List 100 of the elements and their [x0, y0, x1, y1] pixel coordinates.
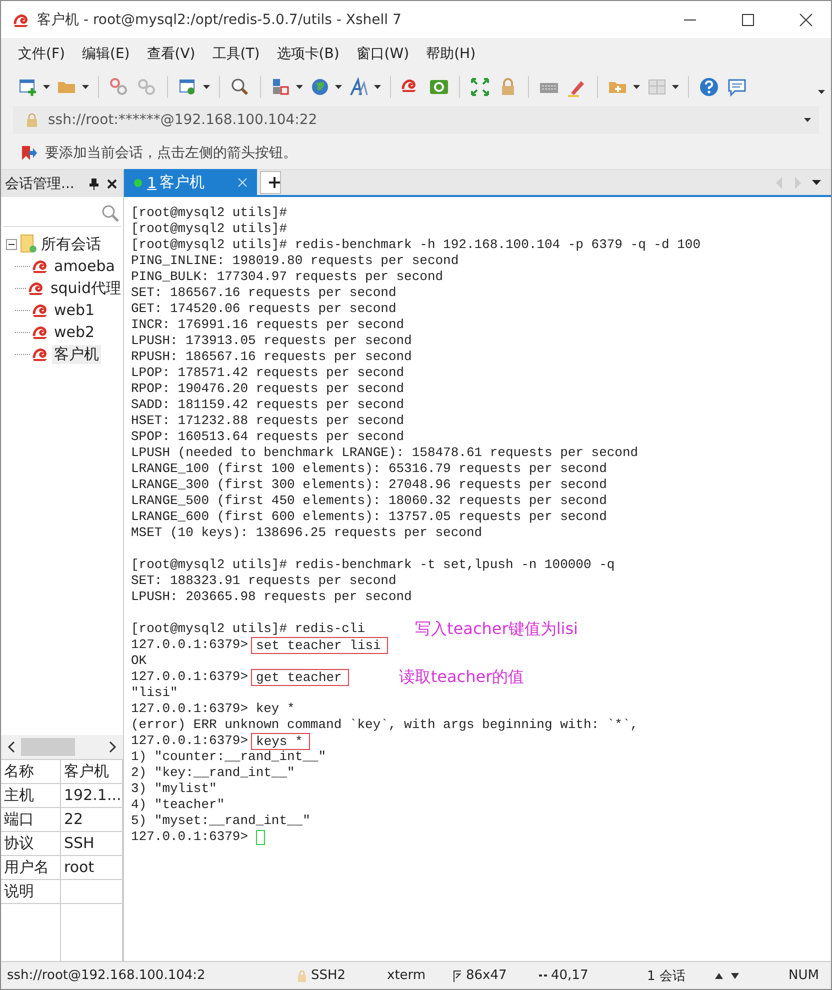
terminal-line: [root@mysql2 utils]# redis-benchmark -h 192.168.100.104 -p 6379 -q -d 100 [131, 237, 700, 253]
search-icon [101, 204, 119, 222]
annotation-text: 读取teacher的值 [398, 669, 524, 685]
search-icon[interactable] [230, 77, 250, 97]
terminal-line: SADD: 181159.42 requests per second [131, 397, 404, 413]
terminal-line: SET: 186567.16 requests per second [131, 285, 396, 301]
status-size: 86x47 [466, 968, 507, 983]
tab-number: 1 [147, 174, 157, 192]
property-label: 用户名 [1, 856, 61, 880]
status-num-lock: NUM [788, 968, 819, 983]
property-label: 协议 [1, 832, 61, 856]
chat-icon[interactable] [727, 77, 747, 97]
terminal-line: 1) "counter:__rand_int__" [131, 749, 326, 765]
lock-icon [297, 970, 307, 982]
snail-icon [32, 258, 50, 274]
pin-icon[interactable] [89, 178, 99, 190]
menu-item[interactable]: 选项卡(B) [274, 43, 342, 65]
bookmark-arrow-icon [21, 144, 37, 160]
status-address: ssh://root@192.168.100.104:2 [7, 968, 206, 983]
terminal-line: INCR: 176991.16 requests per second [131, 317, 404, 333]
collapse-icon[interactable] [6, 238, 17, 250]
maximize-icon[interactable] [741, 12, 755, 26]
terminal-line: RPUSH: 186567.16 requests per second [131, 349, 412, 365]
highlighted-command: get teacher [251, 668, 349, 686]
terminal-line: 127.0.0.1:6379> key * [131, 701, 295, 717]
caret-icon[interactable] [296, 85, 303, 89]
scroll-right-icon[interactable] [109, 741, 117, 753]
property-value: 22 [61, 808, 123, 832]
close-icon[interactable] [799, 12, 813, 26]
terminal-line: LPUSH (needed to benchmark LRANGE): 158478.61 requests per second [131, 445, 638, 461]
scrollbar-thumb[interactable] [21, 738, 75, 756]
property-label: 说明 [1, 880, 61, 904]
menu-item[interactable]: 工具(T) [209, 43, 263, 65]
terminal-line: SET: 188323.91 requests per second [131, 573, 396, 589]
terminal-line: (error) ERR unknown command `key`, with args beginning with: `*`, [131, 717, 638, 733]
property-label: 主机 [1, 784, 61, 808]
menu-item[interactable]: 帮助(H) [423, 43, 479, 65]
link-icon[interactable] [109, 77, 129, 97]
tree-item[interactable]: squid代理 [48, 278, 123, 298]
terminal-line: LPUSH: 203665.98 requests per second [131, 589, 412, 605]
app-icon[interactable] [429, 77, 449, 97]
snail-icon [32, 302, 50, 318]
menu-item[interactable]: 查看(V) [144, 43, 198, 65]
terminal-line: LRANGE_600 (first 600 elements): 13757.05 requests per second [131, 509, 607, 525]
globe-icon[interactable] [310, 77, 330, 97]
caret-icon[interactable] [374, 85, 381, 89]
close-icon[interactable] [107, 178, 117, 188]
layout-icon[interactable] [271, 77, 291, 97]
terminal-line: 2) "key:__rand_int__" [131, 765, 295, 781]
scroll-left-icon[interactable] [7, 741, 15, 753]
caret-icon[interactable] [672, 85, 679, 89]
status-protocol: SSH2 [311, 968, 346, 983]
tree-item[interactable]: web2 [52, 323, 97, 341]
menu-item[interactable]: 窗口(W) [353, 43, 412, 65]
terminal-line: LRANGE_100 (first 100 elements): 65316.79 requests per second [131, 461, 607, 477]
tab-label: 客户机 [160, 173, 205, 192]
fullscreen-icon[interactable] [470, 77, 490, 97]
terminal-line: 127.0.0.1:6379> [131, 733, 248, 749]
status-cursor-position: 40,17 [551, 968, 588, 983]
panel-title: 会话管理... [5, 174, 76, 192]
terminal-line: MSET (10 keys): 138696.25 requests per second [131, 525, 482, 541]
terminal-line: LRANGE_500 (first 450 elements): 18060.32 requests per second [131, 493, 607, 509]
terminal-line: LPOP: 178571.42 requests per second [131, 365, 404, 381]
property-value: root [61, 856, 123, 880]
snail-icon [32, 346, 50, 362]
caret-icon[interactable] [82, 85, 89, 89]
hint-text: 要添加当前会话，点击左侧的箭头按钮。 [45, 144, 297, 162]
caret-icon[interactable] [818, 90, 825, 94]
caret-icon[interactable] [203, 85, 210, 89]
terminal-line: PING_INLINE: 198019.80 requests per second [131, 253, 459, 269]
terminal-line: 127.0.0.1:6379> [131, 669, 248, 685]
menu-item[interactable]: 编辑(E) [78, 43, 133, 65]
caret-icon[interactable] [804, 118, 811, 122]
arrow-down-icon[interactable] [731, 972, 739, 978]
terminal-line: GET: 174520.06 requests per second [131, 301, 396, 317]
arrow-up-icon[interactable] [715, 972, 723, 978]
terminal-line: LRANGE_300 (first 300 elements): 27048.96 requests per second [131, 477, 607, 493]
caret-icon[interactable] [633, 85, 640, 89]
resize-icon [453, 970, 462, 982]
caret-icon[interactable] [335, 85, 342, 89]
terminal-line: SPOP: 160513.64 requests per second [131, 429, 404, 445]
new-session-icon[interactable] [18, 77, 38, 97]
tree-item[interactable]: 所有会话 [39, 234, 103, 254]
help-icon[interactable] [699, 77, 719, 97]
snail-icon [32, 324, 50, 340]
terminal-line: [root@mysql2 utils]# [131, 205, 288, 221]
tree-item[interactable]: 客户机 [52, 344, 101, 364]
menu-item[interactable]: 文件(F) [15, 43, 68, 65]
address-field[interactable]: ssh://root:******@192.168.100.104:22 [13, 106, 819, 134]
property-label: 名称 [1, 760, 61, 784]
caret-icon[interactable] [812, 180, 821, 185]
terminal-line: 127.0.0.1:6379> [131, 829, 248, 845]
tree-item[interactable]: web1 [52, 301, 97, 319]
highlighted-command: keys * [251, 732, 310, 750]
caret-icon[interactable] [43, 85, 50, 89]
add-tab-button[interactable] [260, 171, 281, 194]
font-icon[interactable] [349, 77, 369, 97]
tree-item[interactable]: amoeba [52, 257, 117, 275]
session-tab[interactable]: 1 客户机 [124, 169, 257, 196]
highlighted-command: set teacher lisi [251, 636, 388, 654]
